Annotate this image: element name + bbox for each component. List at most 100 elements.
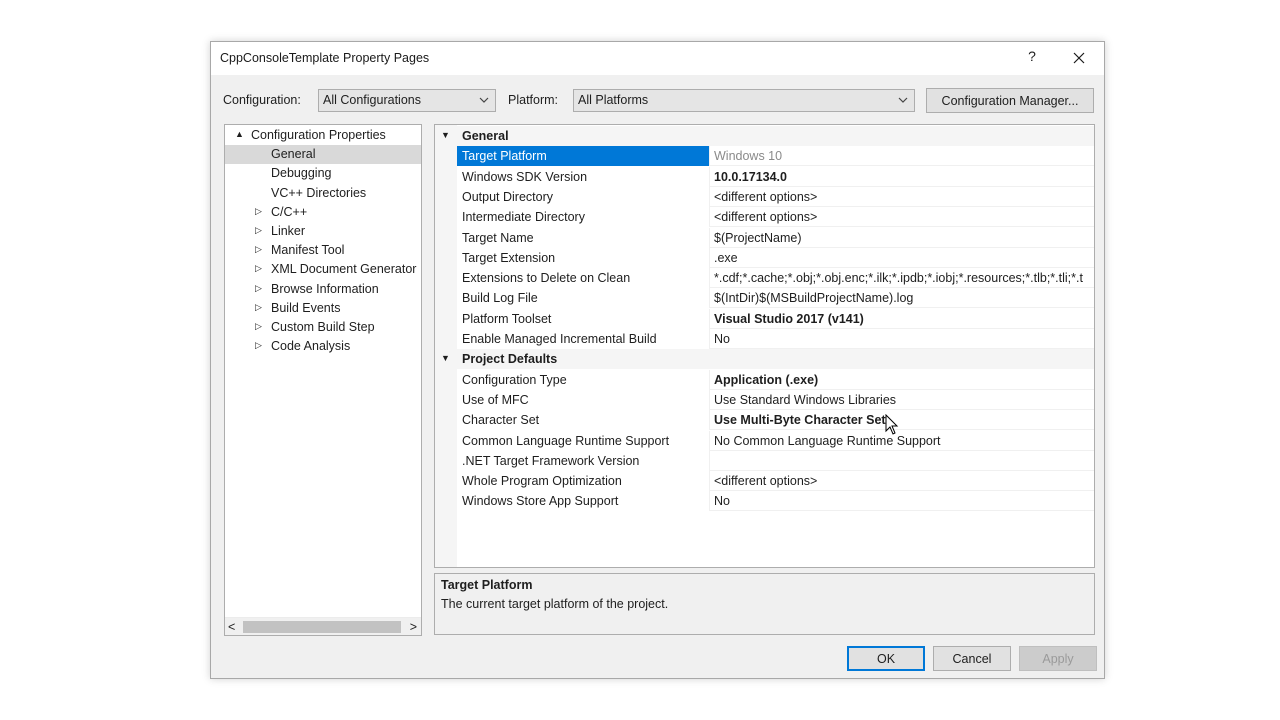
apply-button[interactable]: Apply <box>1019 646 1097 671</box>
description-text: The current target platform of the proje… <box>441 597 669 611</box>
expand-arrow-icon[interactable]: ▷ <box>255 263 262 274</box>
tree-item-label: Configuration Properties <box>251 128 386 142</box>
property-row[interactable]: Platform Toolset Visual Studio 2017 (v141… <box>435 308 1094 329</box>
property-name[interactable]: .NET Target Framework Version <box>457 451 710 471</box>
property-value[interactable]: 10.0.17134.0 <box>709 167 1094 187</box>
chevron-down-icon[interactable]: ▼ <box>441 353 450 363</box>
property-name[interactable]: Configuration Type <box>457 370 710 390</box>
category-project-defaults[interactable]: ▼ Project Defaults <box>435 349 1094 370</box>
property-row[interactable]: Target Name $(ProjectName) <box>435 227 1094 248</box>
property-row[interactable]: Configuration Type Application (.exe) <box>435 369 1094 390</box>
tree-item-code-analysis[interactable]: ▷ Code Analysis <box>225 337 421 356</box>
tree-item-general[interactable]: General <box>225 145 421 165</box>
property-value[interactable]: <different options> <box>709 207 1094 228</box>
expand-arrow-icon[interactable]: ▷ <box>255 302 262 313</box>
property-value[interactable]: *.cdf;*.cache;*.obj;*.obj.enc;*.ilk;*.ip… <box>709 268 1094 289</box>
tree-item-label: Build Events <box>271 300 341 315</box>
property-name[interactable]: Intermediate Directory <box>457 207 710 227</box>
expand-arrow-icon[interactable]: ▷ <box>255 206 262 217</box>
property-name[interactable]: Target Platform <box>457 146 710 167</box>
property-name[interactable]: Platform Toolset <box>457 309 710 329</box>
tree-item-manifest-tool[interactable]: ▷ Manifest Tool <box>225 241 421 260</box>
expand-arrow-icon[interactable]: ▷ <box>255 225 262 236</box>
configuration-label: Configuration: <box>223 93 301 107</box>
property-row[interactable]: Common Language Runtime Support No Common… <box>435 430 1094 451</box>
property-value[interactable]: Visual Studio 2017 (v141) <box>709 309 1094 329</box>
property-row[interactable]: Output Directory <different options> <box>435 186 1094 207</box>
cancel-button[interactable]: Cancel <box>933 646 1011 671</box>
tree-item-vc-directories[interactable]: VC++ Directories <box>225 184 421 203</box>
property-row[interactable]: Character Set Use Multi-Byte Character Se… <box>435 410 1094 431</box>
property-row[interactable]: Extensions to Delete on Clean *.cdf;*.cac… <box>435 268 1094 289</box>
property-name[interactable]: Common Language Runtime Support <box>457 431 710 451</box>
tree-item-build-events[interactable]: ▷ Build Events <box>225 299 421 318</box>
property-value[interactable]: .exe <box>709 248 1094 268</box>
scroll-left-icon[interactable]: < <box>228 620 235 634</box>
property-name[interactable]: Extensions to Delete on Clean <box>457 268 710 288</box>
property-name[interactable]: Output Directory <box>457 187 710 207</box>
expand-arrow-icon[interactable]: ▷ <box>255 340 262 351</box>
platform-dropdown[interactable]: All Platforms <box>573 89 915 112</box>
tree-item-linker[interactable]: ▷ Linker <box>225 222 421 241</box>
property-value[interactable]: No <box>709 329 1094 349</box>
property-name[interactable]: Windows Store App Support <box>457 491 710 511</box>
tree-item-custom-build-step[interactable]: ▷ Custom Build Step <box>225 318 421 337</box>
configuration-value: All Configurations <box>323 93 421 107</box>
property-value[interactable]: Use Standard Windows Libraries <box>709 390 1094 410</box>
property-value[interactable]: <different options> <box>709 187 1094 207</box>
property-row[interactable]: Windows SDK Version 10.0.17134.0 <box>435 166 1094 187</box>
property-row[interactable]: Enable Managed Incremental Build No <box>435 329 1094 349</box>
tree-item-label: Browse Information <box>271 281 379 296</box>
property-name[interactable]: Use of MFC <box>457 390 710 410</box>
property-value[interactable]: <different options> <box>709 471 1094 492</box>
property-row[interactable]: Windows Store App Support No <box>435 491 1094 512</box>
property-row[interactable]: Target Extension .exe <box>435 247 1094 268</box>
property-row[interactable]: Whole Program Optimization <different opt… <box>435 471 1094 492</box>
tree-item-c-c[interactable]: ▷ C/C++ <box>225 203 421 222</box>
property-name[interactable]: Build Log File <box>457 288 710 308</box>
title-bar: CppConsoleTemplate Property Pages ? <box>211 42 1104 75</box>
scrollbar-thumb[interactable] <box>243 621 401 633</box>
property-row[interactable]: Intermediate Directory <different options… <box>435 207 1094 228</box>
property-name[interactable]: Enable Managed Incremental Build <box>457 329 710 349</box>
category-general[interactable]: ▼ General <box>435 126 1094 146</box>
tree-item-debugging[interactable]: Debugging <box>225 164 421 183</box>
property-value[interactable]: No <box>709 491 1094 512</box>
collapse-arrow-icon[interactable]: ▲ <box>235 129 244 139</box>
property-row[interactable]: Build Log File $(IntDir)$(MSBuildProjectN… <box>435 288 1094 309</box>
ok-button[interactable]: OK <box>847 646 925 671</box>
description-title: Target Platform <box>441 578 533 592</box>
horizontal-scrollbar[interactable]: < > <box>225 617 421 635</box>
property-value[interactable]: Application (.exe) <box>709 370 1094 390</box>
property-value[interactable]: Windows 10 <box>709 146 1094 167</box>
expand-arrow-icon[interactable]: ▷ <box>255 321 262 332</box>
expand-arrow-icon[interactable]: ▷ <box>255 244 262 255</box>
tree-item-label: Manifest Tool <box>271 243 345 258</box>
property-tree[interactable]: ▲ Configuration Properties General Debuggin… <box>224 124 422 636</box>
scroll-right-icon[interactable]: > <box>410 620 417 634</box>
property-value[interactable]: $(ProjectName) <box>709 228 1094 248</box>
tree-item-browse-information[interactable]: ▷ Browse Information <box>225 280 421 299</box>
property-row[interactable]: Target Platform Windows 10 <box>435 146 1094 167</box>
property-row[interactable]: Use of MFC Use Standard Windows Libraries <box>435 389 1094 410</box>
property-name[interactable]: Character Set <box>457 410 710 430</box>
expand-arrow-icon[interactable]: ▷ <box>255 283 262 294</box>
configuration-dropdown[interactable]: All Configurations <box>318 89 496 112</box>
configuration-manager-button[interactable]: Configuration Manager... <box>926 88 1094 113</box>
chevron-down-icon[interactable]: ▼ <box>441 130 450 140</box>
property-value[interactable]: No Common Language Runtime Support <box>709 431 1094 451</box>
property-value[interactable]: $(IntDir)$(MSBuildProjectName).log <box>709 288 1094 309</box>
category-label: Project Defaults <box>462 352 558 367</box>
help-button[interactable]: ? <box>1022 48 1042 64</box>
tree-item-xml-document-generator[interactable]: ▷ XML Document Generator <box>225 260 421 279</box>
property-grid[interactable]: ▼ General Target Platform Windows 10 Windows… <box>434 124 1095 568</box>
property-value[interactable]: Use Multi-Byte Character Set <box>709 410 1094 431</box>
property-row[interactable]: .NET Target Framework Version <box>435 450 1094 471</box>
property-name[interactable]: Windows SDK Version <box>457 167 710 187</box>
property-name[interactable]: Target Extension <box>457 248 710 268</box>
tree-item-configuration-properties[interactable]: ▲ Configuration Properties <box>225 126 421 145</box>
close-button[interactable] <box>1064 44 1094 72</box>
property-name[interactable]: Whole Program Optimization <box>457 471 710 491</box>
property-value[interactable] <box>709 451 1094 471</box>
property-name[interactable]: Target Name <box>457 228 710 248</box>
